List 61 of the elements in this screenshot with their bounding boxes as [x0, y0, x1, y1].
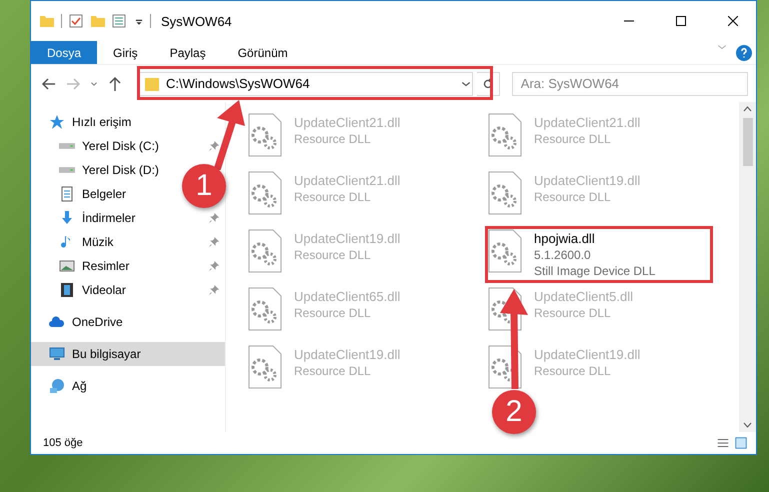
left-arrow-icon	[41, 76, 57, 92]
checklist-icon	[68, 13, 84, 29]
scroll-down-icon[interactable]	[743, 422, 752, 428]
dll-file-icon	[248, 229, 282, 273]
details-view-icon	[716, 436, 730, 450]
globe-icon	[49, 378, 65, 394]
properties-icon	[112, 13, 128, 29]
dll-file-icon	[248, 287, 282, 331]
sidebar-item[interactable]: Ağ	[31, 374, 93, 398]
picture-icon	[59, 258, 75, 274]
folder-icon	[144, 76, 160, 92]
address-path: C:\Windows\SysWOW64	[166, 76, 311, 91]
cloud-icon	[49, 314, 65, 330]
maximize-icon	[676, 16, 686, 26]
scrollbar[interactable]	[739, 102, 756, 432]
monitor-icon	[49, 346, 65, 362]
up-arrow-icon	[107, 76, 123, 92]
tiles-view-icon	[734, 436, 748, 450]
scrollbar-thumb[interactable]	[742, 118, 752, 166]
window-title: SysWOW64	[161, 14, 233, 28]
folder-icon	[90, 13, 106, 29]
dll-file-icon	[248, 345, 282, 389]
close-icon	[728, 16, 738, 26]
folder-icon	[39, 13, 55, 29]
star-icon	[49, 114, 65, 130]
scroll-up-icon[interactable]	[743, 106, 752, 112]
ribbon-tab[interactable]: Görünüm	[222, 41, 304, 64]
sidebar-item[interactable]: Resimler	[31, 254, 225, 278]
dll-file-icon	[488, 229, 522, 273]
sidebar-item[interactable]: Hızlı erişim	[31, 110, 138, 134]
pin-icon	[209, 213, 219, 223]
search-field[interactable]: Ara: SysWOW64	[512, 72, 748, 96]
help-icon[interactable]	[736, 44, 752, 60]
address-bar[interactable]: C:\Windows\SysWOW64	[137, 72, 473, 96]
item-count: 105 öğe	[43, 437, 84, 449]
ribbon-tab[interactable]: Dosya	[31, 41, 98, 64]
dll-file-icon	[488, 113, 522, 157]
sidebar-item[interactable]: Belgeler	[31, 182, 132, 206]
pin-icon	[209, 261, 219, 271]
pin-icon	[209, 285, 219, 295]
drive-icon	[59, 167, 75, 173]
sidebar-item[interactable]: İndirmeler	[31, 206, 225, 230]
document-icon	[59, 186, 75, 202]
dll-file-icon	[488, 171, 522, 215]
dll-file-icon	[248, 171, 282, 215]
down-arrow-icon	[59, 210, 75, 226]
pin-icon	[209, 237, 219, 247]
dll-file-icon	[248, 113, 282, 157]
file-item[interactable]: hpojwia.dll 5.1.2600.0 Still Image Device DLL	[485, 226, 713, 283]
right-arrow-icon	[65, 76, 81, 92]
sidebar-item[interactable]: Yerel Disk (D:)	[31, 158, 165, 182]
sidebar-item[interactable]: Yerel Disk (C:)	[31, 134, 225, 158]
pin-icon	[209, 141, 219, 151]
sidebar-item[interactable]: Videolar	[31, 278, 225, 302]
ribbon-tab[interactable]: Giriş	[97, 41, 154, 64]
sidebar-item[interactable]: OneDrive	[31, 310, 129, 334]
ribbon-tab[interactable]: Paylaş	[154, 41, 222, 64]
film-icon	[59, 282, 75, 298]
sidebar-item[interactable]: Bu bilgisayar	[31, 342, 225, 366]
sidebar-item[interactable]: Müzik	[31, 230, 225, 254]
drive-icon	[59, 143, 75, 149]
